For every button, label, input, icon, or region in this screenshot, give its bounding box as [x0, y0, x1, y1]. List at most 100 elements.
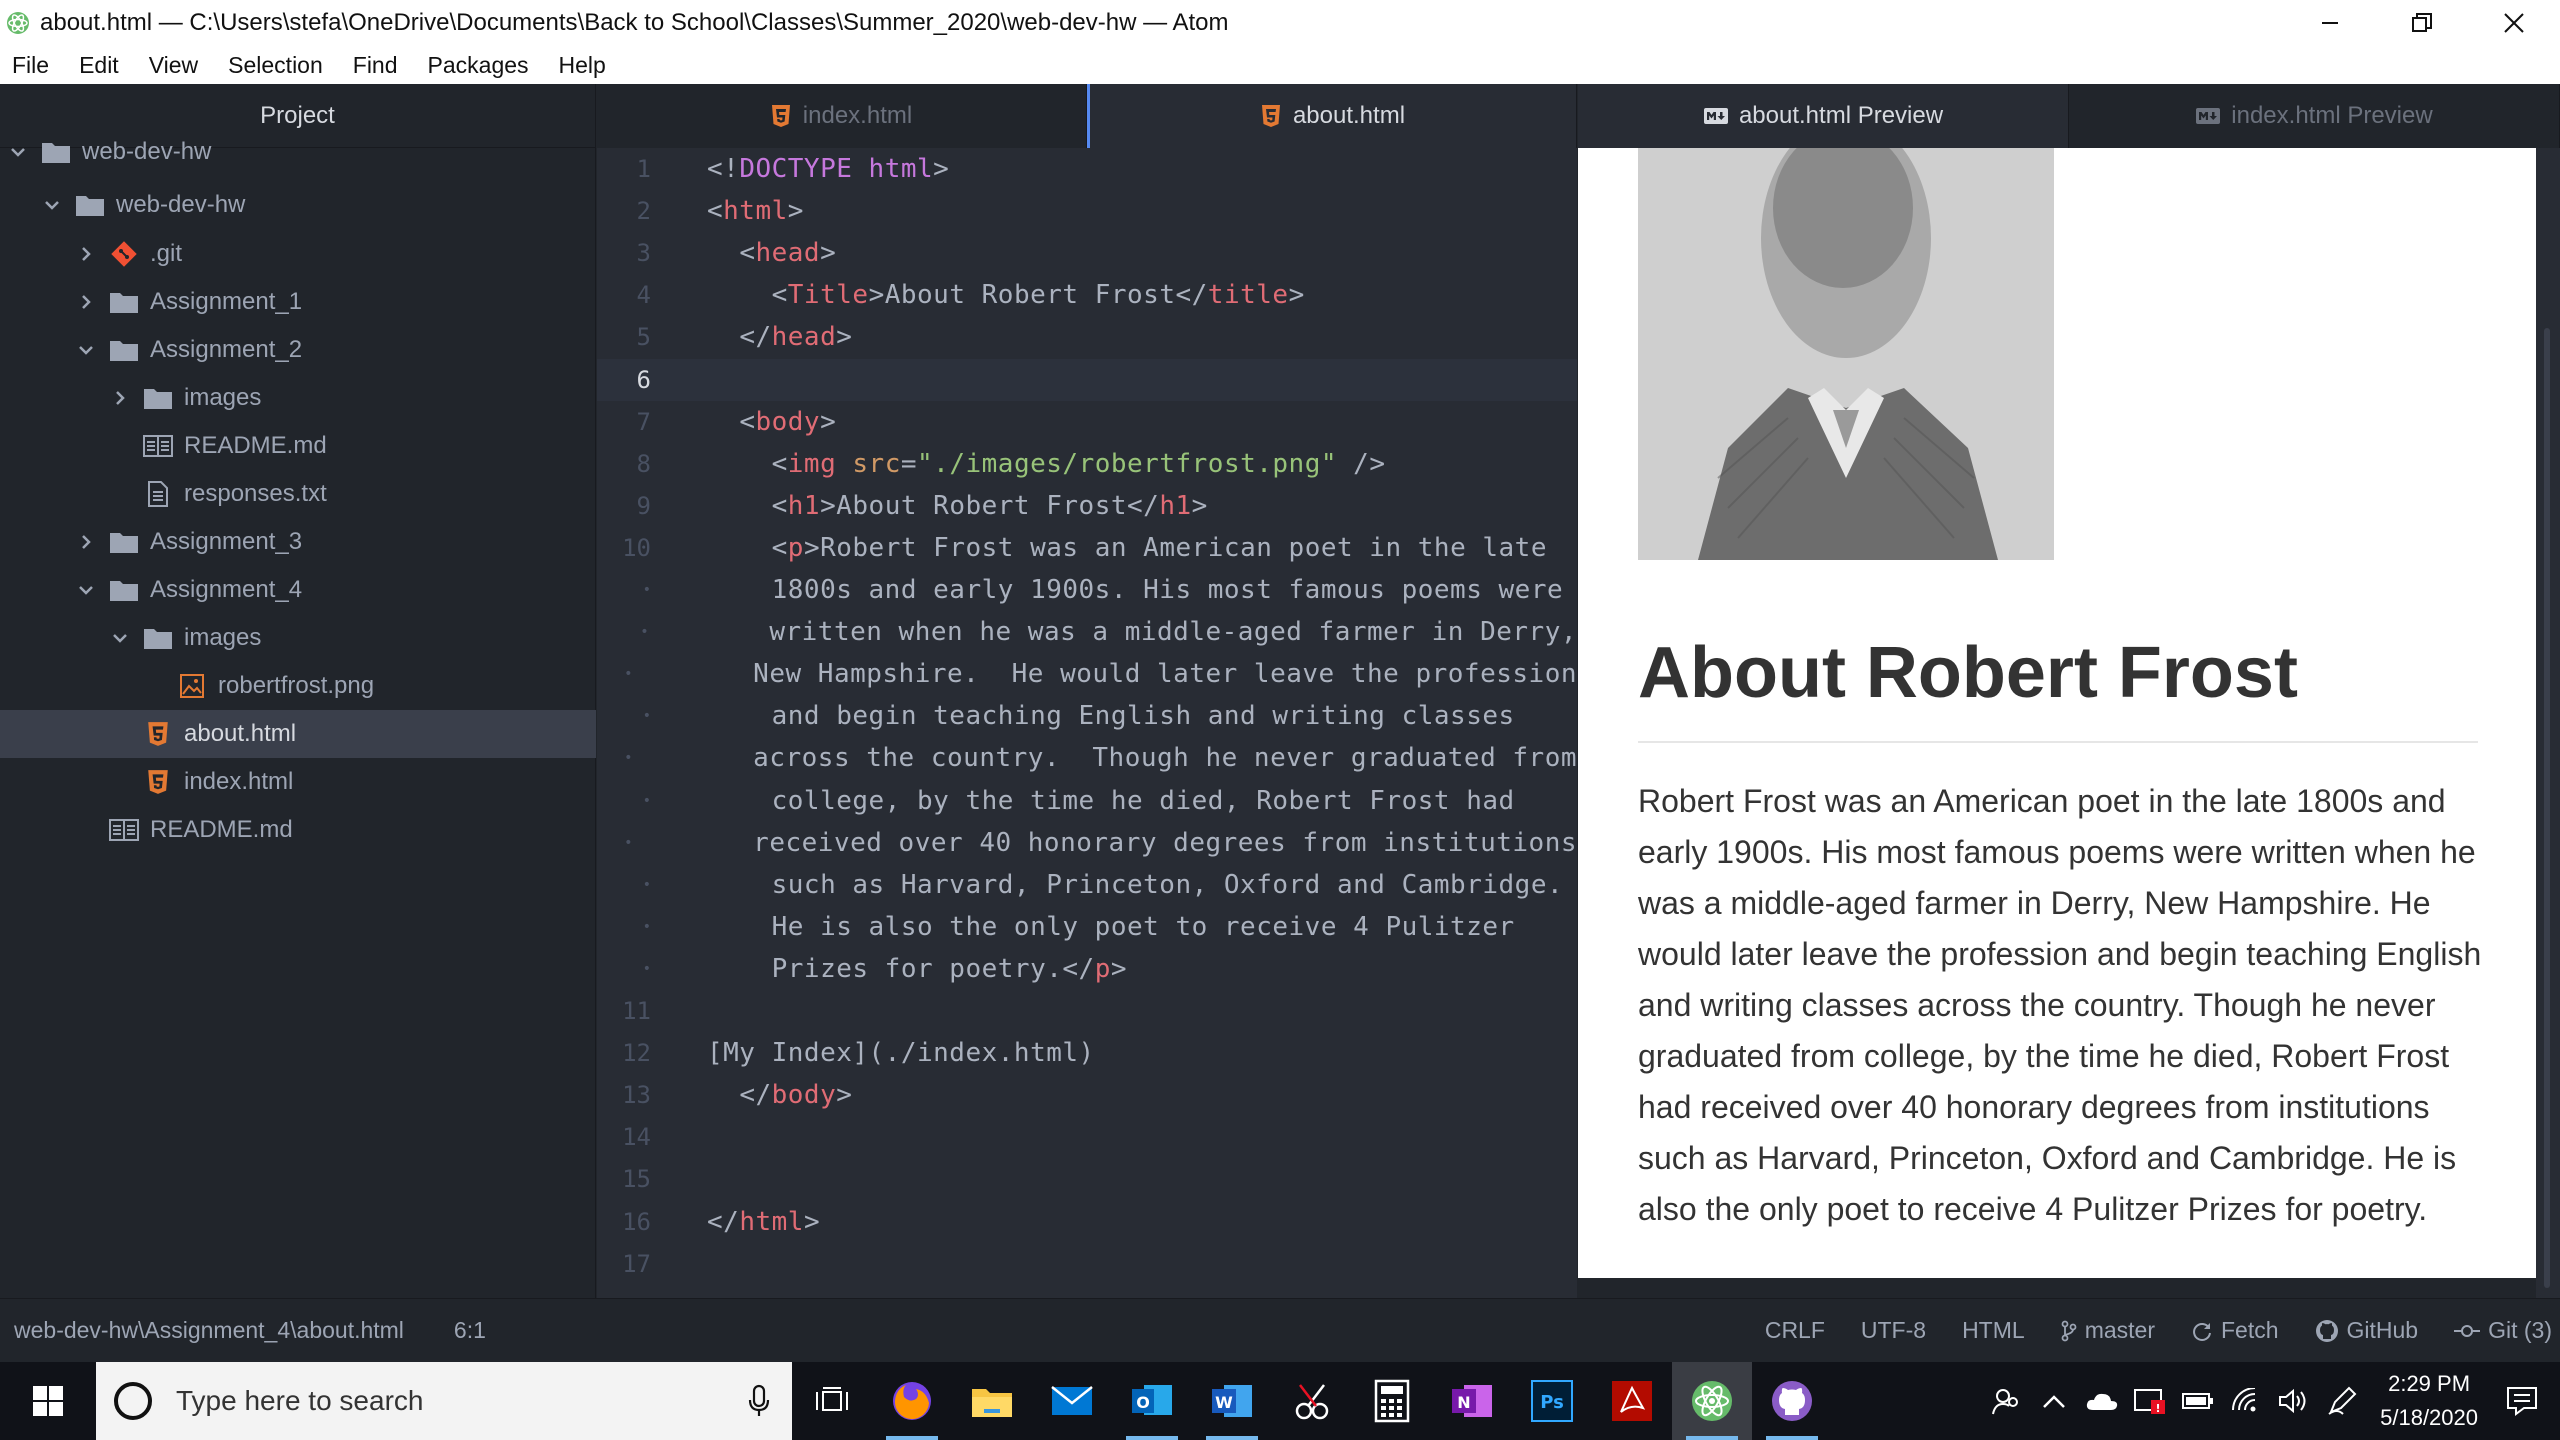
network-tray[interactable]: [2222, 1362, 2270, 1440]
status-file-path[interactable]: web-dev-hw\Assignment_4\about.html: [14, 1317, 404, 1344]
tab-index-html[interactable]: index.html: [597, 84, 1087, 148]
menu-file[interactable]: File: [0, 46, 64, 84]
task-view-button[interactable]: [792, 1362, 872, 1440]
chevron-right-icon[interactable]: [76, 292, 96, 312]
tree-item-about-html[interactable]: about.html: [0, 710, 596, 758]
tab-about-preview[interactable]: about.html Preview: [1578, 84, 2069, 148]
menu-view[interactable]: View: [134, 46, 213, 84]
taskbar-search-box[interactable]: Type here to search: [96, 1362, 792, 1440]
code-line[interactable]: 5 </head>: [597, 316, 1577, 358]
tree-item-web-dev-hw[interactable]: web-dev-hw: [0, 128, 596, 176]
restore-button[interactable]: [2376, 0, 2468, 46]
show-hidden-icons-button[interactable]: [2030, 1362, 2078, 1440]
tree-item-readme-md[interactable]: README.md: [0, 422, 596, 470]
taskbar-atom[interactable]: [1672, 1362, 1752, 1440]
code-line[interactable]: • and begin teaching English and writing…: [597, 695, 1577, 737]
chevron-down-icon[interactable]: [76, 340, 96, 360]
volume-tray[interactable]: [2270, 1362, 2318, 1440]
start-button[interactable]: [0, 1362, 96, 1440]
code-line[interactable]: • 1800s and early 1900s. His most famous…: [597, 569, 1577, 611]
menu-help[interactable]: Help: [544, 46, 621, 84]
status-grammar[interactable]: HTML: [1962, 1317, 2025, 1344]
action-center-button[interactable]: [2498, 1362, 2546, 1440]
taskbar-outlook[interactable]: O: [1112, 1362, 1192, 1440]
code-line[interactable]: • New Hampshire. He would later leave th…: [597, 653, 1577, 695]
code-line[interactable]: • across the country. Though he never gr…: [597, 737, 1577, 779]
status-branch[interactable]: master: [2061, 1317, 2155, 1344]
menu-packages[interactable]: Packages: [413, 46, 544, 84]
code-line[interactable]: 15: [597, 1158, 1577, 1200]
code-line[interactable]: 16 </html>: [597, 1201, 1577, 1243]
minimize-button[interactable]: [2284, 0, 2376, 46]
code-line[interactable]: 12 [My Index](./index.html): [597, 1032, 1577, 1074]
power-tray[interactable]: [2174, 1362, 2222, 1440]
taskbar-mail[interactable]: [1032, 1362, 1112, 1440]
taskbar-onenote[interactable]: N: [1432, 1362, 1512, 1440]
taskbar-firefox[interactable]: [872, 1362, 952, 1440]
status-git[interactable]: Git (3): [2454, 1317, 2552, 1344]
code-line[interactable]: • such as Harvard, Princeton, Oxford and…: [597, 864, 1577, 906]
tree-item-assignment-1[interactable]: Assignment_1: [0, 278, 596, 326]
code-line[interactable]: 6: [597, 358, 1577, 401]
menu-edit[interactable]: Edit: [64, 46, 134, 84]
menu-find[interactable]: Find: [338, 46, 413, 84]
taskbar-acrobat[interactable]: [1592, 1362, 1672, 1440]
code-line[interactable]: 17: [597, 1243, 1577, 1285]
code-line[interactable]: 2 <html>: [597, 190, 1577, 232]
taskbar-snip-sketch[interactable]: [1272, 1362, 1352, 1440]
taskbar-clock[interactable]: 2:29 PM 5/18/2020: [2380, 1367, 2478, 1435]
taskbar-word[interactable]: W: [1192, 1362, 1272, 1440]
chevron-right-icon[interactable]: [76, 532, 96, 552]
tab-about-html[interactable]: about.html: [1087, 84, 1577, 148]
code-line[interactable]: 4 <Title>About Robert Frost</title>: [597, 274, 1577, 316]
chevron-down-icon[interactable]: [76, 580, 96, 600]
chevron-right-icon[interactable]: [76, 244, 96, 264]
tree-item-readme-md[interactable]: README.md: [0, 806, 596, 854]
tree-item-assignment-3[interactable]: Assignment_3: [0, 518, 596, 566]
code-line[interactable]: 3 <head>: [597, 232, 1577, 274]
code-line[interactable]: • Prizes for poetry.</p>: [597, 948, 1577, 990]
chevron-down-icon[interactable]: [8, 142, 28, 162]
tree-item-web-dev-hw[interactable]: web-dev-hw: [0, 181, 596, 229]
code-line[interactable]: 13 </body>: [597, 1074, 1577, 1116]
html-preview-pane[interactable]: About Robert Frost Robert Frost was an A…: [1578, 148, 2536, 1278]
pen-workspace-tray[interactable]: [2318, 1362, 2366, 1440]
status-github[interactable]: GitHub: [2315, 1317, 2418, 1344]
code-line[interactable]: 1 <!DOCTYPE html>: [597, 148, 1577, 190]
code-line[interactable]: 7 <body>: [597, 401, 1577, 443]
taskbar-file-explorer[interactable]: [952, 1362, 1032, 1440]
tree-item-assignment-4[interactable]: Assignment_4: [0, 566, 596, 614]
scrollbar-thumb[interactable]: [2544, 328, 2550, 1288]
chevron-down-icon[interactable]: [42, 195, 62, 215]
status-encoding[interactable]: UTF-8: [1861, 1317, 1926, 1344]
tree-item-responses-txt[interactable]: responses.txt: [0, 470, 596, 518]
people-button[interactable]: [1982, 1362, 2030, 1440]
code-editor[interactable]: 1 <!DOCTYPE html> 2 <html> 3 <head> 4 <Title>…: [597, 148, 1577, 1298]
status-line-ending[interactable]: CRLF: [1765, 1317, 1825, 1344]
code-line[interactable]: • He is also the only poet to receive 4 …: [597, 906, 1577, 948]
onedrive-tray[interactable]: [2078, 1362, 2126, 1440]
code-line[interactable]: 11: [597, 990, 1577, 1032]
status-fetch[interactable]: Fetch: [2191, 1317, 2279, 1344]
code-line[interactable]: 9 <h1>About Robert Frost</h1>: [597, 485, 1577, 527]
tree-item-index-html[interactable]: index.html: [0, 758, 596, 806]
tree-item--git[interactable]: .git: [0, 230, 596, 278]
code-line[interactable]: 10 <p>Robert Frost was an American poet …: [597, 527, 1577, 569]
tree-item-assignment-2[interactable]: Assignment_2: [0, 326, 596, 374]
tree-item-images[interactable]: images: [0, 614, 596, 662]
code-line[interactable]: • received over 40 honorary degrees from…: [597, 822, 1577, 864]
preview-scrollbar[interactable]: [2536, 148, 2560, 1298]
tree-item-images[interactable]: images: [0, 374, 596, 422]
code-line[interactable]: 8 <img src="./images/robertfrost.png" />: [597, 443, 1577, 485]
defender-tray[interactable]: !: [2126, 1362, 2174, 1440]
menu-selection[interactable]: Selection: [213, 46, 338, 84]
status-cursor-position[interactable]: 6:1: [454, 1317, 486, 1344]
code-line[interactable]: • written when he was a middle-aged farm…: [597, 611, 1577, 653]
taskbar-photoshop[interactable]: Ps: [1512, 1362, 1592, 1440]
tab-index-preview[interactable]: index.html Preview: [2069, 84, 2560, 148]
code-line[interactable]: • college, by the time he died, Robert F…: [597, 780, 1577, 822]
taskbar-github-desktop[interactable]: [1752, 1362, 1832, 1440]
code-line[interactable]: 14: [597, 1116, 1577, 1158]
close-button[interactable]: [2468, 0, 2560, 46]
taskbar-calculator[interactable]: [1352, 1362, 1432, 1440]
